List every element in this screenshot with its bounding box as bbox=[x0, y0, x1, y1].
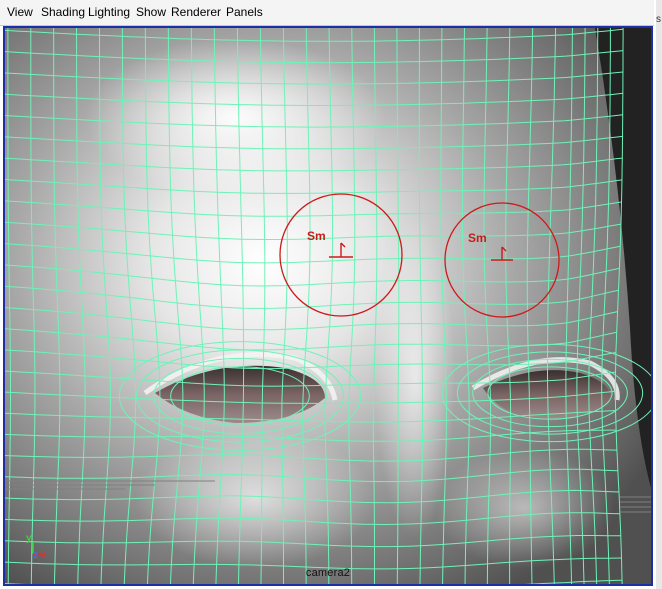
x-axis-label: x bbox=[40, 550, 46, 561]
menu-shading[interactable]: Shading bbox=[41, 5, 85, 19]
maya-viewport-panel: View Shading Lighting Show Renderer Pane… bbox=[0, 0, 656, 589]
cheek-highlight-left bbox=[135, 428, 375, 568]
y-axis-label: y bbox=[26, 533, 32, 544]
menu-renderer[interactable]: Renderer bbox=[171, 5, 221, 19]
menu-panels[interactable]: Panels bbox=[226, 5, 263, 19]
panel-menubar: View Shading Lighting Show Renderer Pane… bbox=[0, 0, 654, 26]
camera-name-label: camera2 bbox=[305, 567, 351, 579]
clipped-text: s bbox=[656, 14, 661, 25]
menu-view[interactable]: View bbox=[7, 5, 33, 19]
soft-mod-label: Sm bbox=[468, 231, 487, 245]
3d-viewport[interactable]: Sm Sm y z x camera2 bbox=[3, 26, 653, 586]
menu-show[interactable]: Show bbox=[136, 5, 166, 19]
viewport-scene[interactable]: Sm Sm y z x bbox=[5, 28, 651, 584]
z-axis-label: z bbox=[33, 550, 38, 561]
panel-divider bbox=[656, 0, 662, 589]
cheek-highlight-right bbox=[435, 448, 615, 568]
soft-mod-label: Sm bbox=[307, 229, 326, 243]
menu-lighting[interactable]: Lighting bbox=[88, 5, 130, 19]
